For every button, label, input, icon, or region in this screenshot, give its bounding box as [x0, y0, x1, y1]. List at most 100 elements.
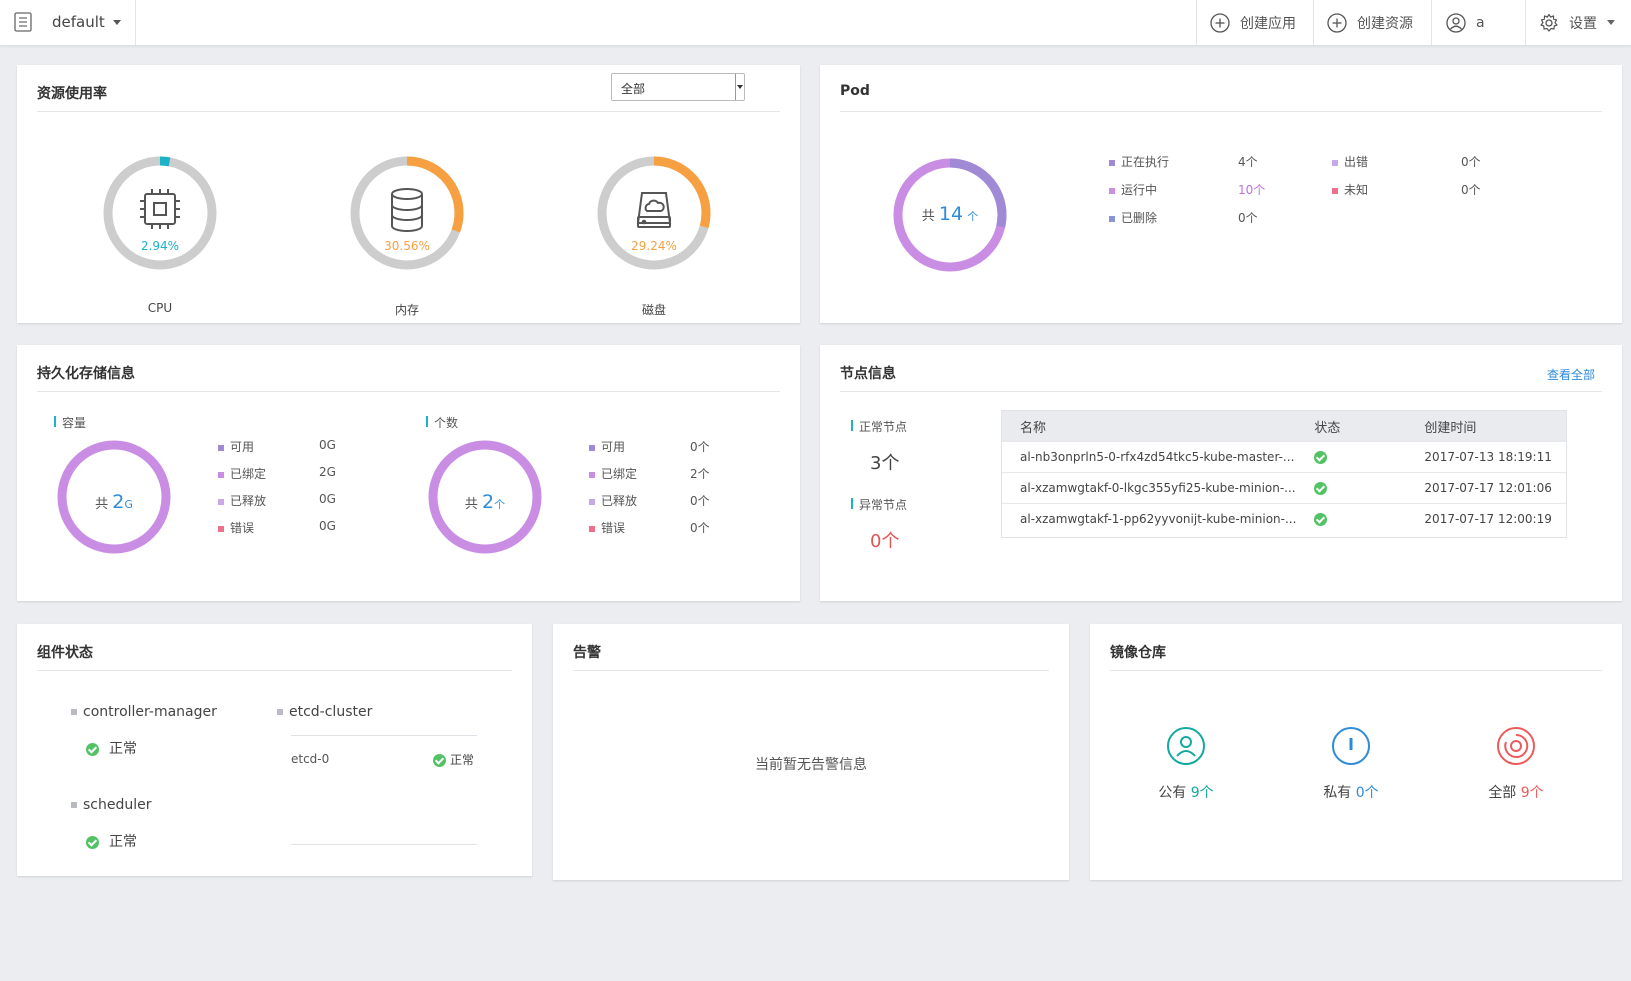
legend-value: 0G — [319, 519, 336, 533]
card-title: 资源使用率 — [37, 86, 107, 102]
divider — [291, 735, 477, 736]
component-status-card: 组件状态 controller-manager 正常 scheduler 正常 … — [17, 624, 532, 876]
legend-swatch — [1332, 159, 1338, 166]
registry-count: 0个 — [1355, 785, 1379, 801]
legend-label: 已绑定 — [601, 467, 638, 481]
image-registry-card: 镜像仓库 公有 9个 私有 0个 全部 9个 — [1090, 624, 1622, 880]
legend-value: 0G — [319, 492, 336, 506]
legend-error-value: 0个 — [1461, 155, 1481, 169]
legend-deleted: 已删除 — [1109, 209, 1157, 226]
component-name: scheduler — [83, 797, 152, 813]
total-prefix: 共 — [95, 497, 109, 512]
settings-menu[interactable]: 设置 — [1539, 0, 1615, 45]
registry-all[interactable]: 全部 9个 — [1456, 726, 1576, 802]
bullet — [71, 802, 77, 808]
cpu-percent: 2.94% — [140, 239, 180, 253]
registry-private[interactable]: 私有 0个 — [1291, 726, 1411, 802]
cloud-disk-icon — [636, 192, 672, 228]
etcd-member-name: etcd-0 — [291, 752, 330, 766]
legend-swatch — [218, 498, 224, 505]
check-circle-icon — [86, 835, 99, 849]
registry-public[interactable]: 公有 9个 — [1126, 726, 1246, 802]
gear-icon — [1540, 13, 1558, 32]
total-value: 2 — [482, 491, 495, 513]
count-legend-available: 可用 — [589, 438, 625, 455]
divider — [1431, 0, 1432, 45]
check-circle-icon — [86, 742, 99, 756]
total-unit: 个 — [967, 210, 979, 223]
cpu-label: CPU — [147, 301, 173, 315]
check-circle-icon — [1314, 513, 1328, 526]
controller-manager-item: controller-manager — [71, 704, 217, 720]
capacity-total: 共 2G — [57, 491, 171, 513]
node-status — [1296, 472, 1407, 504]
table-row[interactable]: al-nb3onprln5-0-rfx4zd54tkc5-kube-master… — [1002, 441, 1566, 473]
disk-gauge: 29.24% 磁盘 — [594, 153, 714, 317]
memory-label: 内存 — [394, 303, 419, 317]
legend-swatch — [1109, 215, 1115, 222]
create-app-button[interactable]: 创建应用 — [1210, 0, 1296, 45]
legend-label: 错误 — [601, 521, 626, 535]
node-status — [1296, 441, 1407, 473]
legend-label: 可用 — [601, 440, 626, 454]
legend-running: 运行中 — [1109, 181, 1157, 198]
memory-ring — [350, 156, 464, 270]
count-heading: 个数 — [426, 414, 458, 431]
alert-empty-message: 当前暂无告警信息 — [755, 757, 867, 773]
pod-total: 共 14 个 — [890, 203, 1010, 225]
registry-public-text: 公有 9个 — [1126, 782, 1246, 802]
memory-gauge: 30.56% 内存 — [347, 153, 467, 317]
bullet — [277, 709, 283, 715]
registry-label: 公有 — [1158, 785, 1187, 801]
legend-swatch — [1109, 159, 1115, 166]
top-bar: default 创建应用 创建资源 a 设置 — [0, 0, 1631, 46]
normal-nodes-count: 3个 — [870, 453, 900, 474]
user-circle-icon — [1167, 727, 1205, 765]
target-icon — [1497, 727, 1535, 765]
node-info-card: 节点信息 查看全部 正常节点 3个 异常节点 0个 名称 状态 创建时间 al-… — [820, 345, 1622, 601]
divider — [37, 391, 780, 392]
chevron-down-icon — [1607, 20, 1615, 25]
count-legend-bound: 已绑定 — [589, 465, 637, 482]
divider — [37, 670, 512, 671]
normal-nodes-heading: 正常节点 — [851, 418, 907, 435]
node-name: al-xzamwgtakf-0-lkgc355yfi25-kube-minion… — [1002, 472, 1297, 504]
capacity-legend-bound: 已绑定 — [218, 465, 266, 482]
database-icon — [391, 188, 423, 232]
legend-unknown: 未知 — [1332, 181, 1368, 198]
status-text: 正常 — [450, 753, 475, 767]
create-resource-button[interactable]: 创建资源 — [1327, 0, 1413, 45]
legend-swatch — [218, 471, 224, 478]
divider — [291, 844, 477, 845]
create-resource-label: 创建资源 — [1357, 15, 1413, 32]
namespace-dropdown[interactable]: default — [52, 13, 121, 31]
legend-label: 已释放 — [230, 494, 267, 508]
count-total: 共 2个 — [428, 491, 542, 513]
capacity-legend-released: 已释放 — [218, 492, 266, 509]
user-name: a — [1476, 14, 1485, 31]
column-header-created: 创建时间 — [1406, 411, 1566, 442]
disk-label: 磁盘 — [641, 303, 666, 317]
table-row[interactable]: al-xzamwgtakf-0-lkgc355yfi25-kube-minion… — [1002, 472, 1566, 504]
bullet — [71, 709, 77, 715]
user-icon — [1446, 12, 1466, 33]
legend-swatch — [218, 525, 224, 532]
menu-icon[interactable] — [14, 12, 32, 32]
legend-swatch — [1109, 187, 1115, 194]
legend-label: 出错 — [1344, 155, 1369, 169]
legend-label: 正在执行 — [1121, 155, 1170, 169]
disk-ring — [597, 156, 711, 270]
card-title: 告警 — [573, 645, 601, 661]
view-all-link[interactable]: 查看全部 — [1547, 366, 1595, 383]
legend-executing: 正在执行 — [1109, 153, 1169, 170]
select-value: 全部 — [621, 82, 646, 96]
table-row[interactable]: al-xzamwgtakf-1-pp62yyvonijt-kube-minion… — [1002, 503, 1566, 534]
card-title: 节点信息 — [840, 366, 896, 382]
user-menu[interactable]: a — [1446, 0, 1485, 45]
legend-swatch — [218, 444, 224, 451]
resource-filter-select[interactable]: 全部 — [611, 73, 745, 101]
legend-label: 已绑定 — [230, 467, 267, 481]
registry-all-text: 全部 9个 — [1456, 782, 1576, 802]
pod-card: Pod 共 14 个 正在执行 4个 运行中 10个 已删除 0个 出错 0个 … — [820, 65, 1622, 323]
disk-percent: 29.24% — [631, 239, 677, 253]
